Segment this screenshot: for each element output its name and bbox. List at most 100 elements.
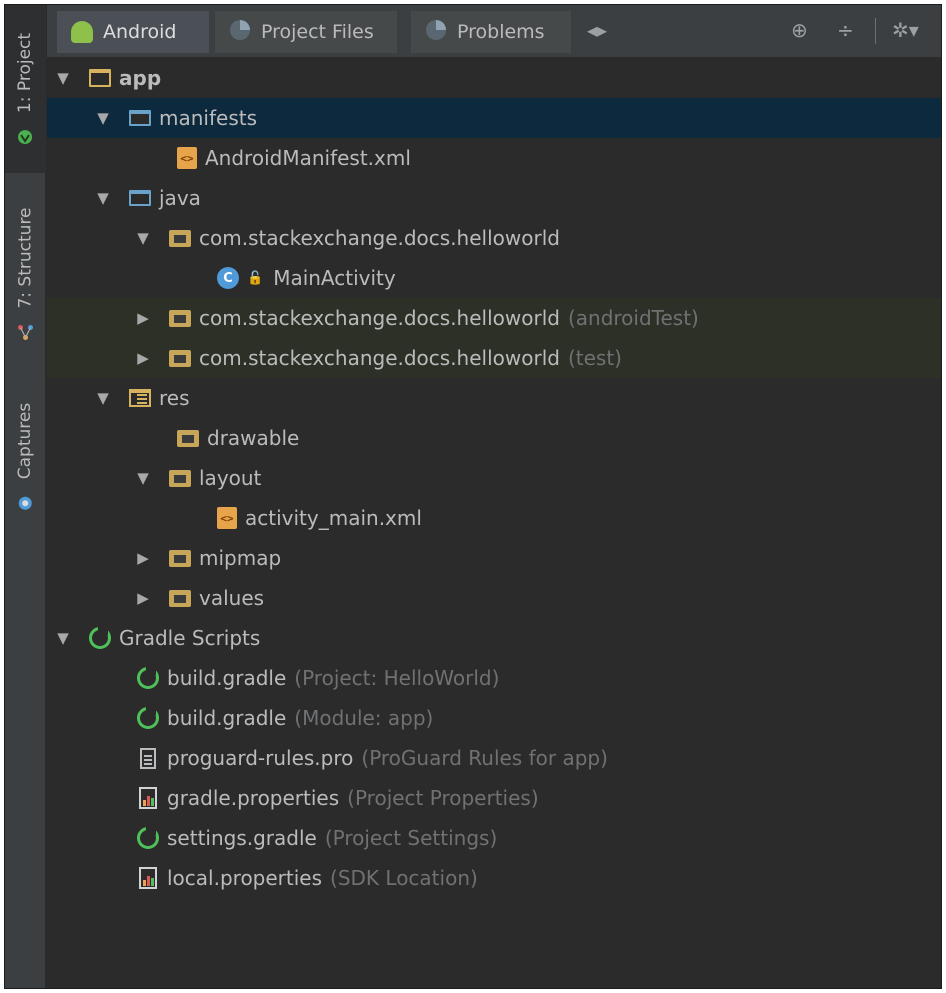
project-tool-window: 1: Project 7: Structure Captures Android… [4,4,942,989]
package-icon [169,469,191,487]
tree-node-settings-gradle[interactable]: settings.gradle (Project Settings) [47,818,941,858]
tree-node-mipmap[interactable]: ▶ mipmap [47,538,941,578]
package-icon [177,429,199,447]
tree-label: gradle.properties [167,786,340,810]
side-tab-project-label: 1: Project [15,32,36,114]
properties-file-icon [139,867,157,889]
view-tab-bar: Android Project Files Problems ◂▸ ⊕ ÷ ✲▾ [47,5,941,58]
collapsed-arrow-icon[interactable]: ▶ [135,309,151,327]
tree-note: (Project: HelloWorld) [294,666,500,690]
structure-icon [18,325,34,341]
expanded-arrow-icon[interactable]: ▼ [135,229,151,247]
expanded-arrow-icon[interactable]: ▼ [95,109,111,127]
xml-file-icon: <> [217,507,237,529]
tree-node-package-test[interactable]: ▶ com.stackexchange.docs.helloworld (tes… [47,338,941,378]
gradle-icon [137,667,159,689]
captures-icon [18,495,34,511]
expanded-arrow-icon[interactable]: ▼ [95,389,111,407]
package-icon [169,229,191,247]
android-project-icon [18,129,34,145]
properties-file-icon [139,787,157,809]
folder-icon [129,190,151,206]
package-icon [169,309,191,327]
tree-node-app[interactable]: ▼ app [47,58,941,98]
tab-problems[interactable]: Problems [411,11,571,53]
tree-label: Gradle Scripts [119,626,261,650]
tree-node-main-activity[interactable]: C 🔓 MainActivity [47,258,941,298]
tree-label: drawable [207,426,300,450]
tree-label: MainActivity [273,266,396,290]
tab-project-files[interactable]: Project Files [215,11,397,53]
tree-label: build.gradle [167,706,287,730]
tree-node-package-android-test[interactable]: ▶ com.stackexchange.docs.helloworld (and… [47,298,941,338]
tree-node-android-manifest[interactable]: <> AndroidManifest.xml [47,138,941,178]
project-tree: ▼ app ▼ manifests <> AndroidManifest.xml… [47,58,941,988]
tree-note: (SDK Location) [330,866,478,890]
expanded-arrow-icon[interactable]: ▼ [55,629,71,647]
tree-label: settings.gradle [167,826,317,850]
tree-label: build.gradle [167,666,287,690]
tree-label: activity_main.xml [245,506,422,530]
collapsed-arrow-icon[interactable]: ▶ [135,349,151,367]
problems-icon [425,19,447,46]
autoscroll-target-icon[interactable]: ⊕ [791,19,808,41]
tree-label: manifests [159,106,257,130]
tab-android[interactable]: Android [57,11,209,53]
tree-node-gradle-scripts[interactable]: ▼ Gradle Scripts [47,618,941,658]
side-tab-project[interactable]: 1: Project [5,5,46,173]
resources-folder-icon [129,389,151,407]
tree-label: local.properties [167,866,323,890]
tree-note: (androidTest) [567,306,699,330]
tree-label: com.stackexchange.docs.helloworld [199,226,560,250]
tree-node-manifests[interactable]: ▼ manifests [47,98,941,138]
tree-label: com.stackexchange.docs.helloworld [199,346,560,370]
tree-label: res [159,386,190,410]
package-icon [169,549,191,567]
collapse-all-icon[interactable]: ÷ [837,19,854,41]
tree-note: (Project Properties) [347,786,539,810]
tree-label: com.stackexchange.docs.helloworld [199,306,560,330]
expanded-arrow-icon[interactable]: ▼ [95,189,111,207]
expanded-arrow-icon[interactable]: ▼ [55,69,71,87]
xml-file-icon: <> [177,147,197,169]
tree-node-gradle-properties[interactable]: gradle.properties (Project Properties) [47,778,941,818]
tree-label: mipmap [199,546,282,570]
class-icon: C [217,267,239,289]
tree-note: (test) [567,346,622,370]
project-files-icon [229,19,251,46]
tab-project-files-label: Project Files [261,21,374,43]
tree-node-build-gradle-project[interactable]: build.gradle (Project: HelloWorld) [47,658,941,698]
side-tab-structure-label: 7: Structure [15,207,36,309]
tree-node-drawable[interactable]: drawable [47,418,941,458]
gradle-icon [137,707,159,729]
tree-node-activity-main[interactable]: <> activity_main.xml [47,498,941,538]
tree-node-res[interactable]: ▼ res [47,378,941,418]
side-tab-structure[interactable]: 7: Structure [5,189,46,359]
tool-window-strip: 1: Project 7: Structure Captures [5,5,46,988]
text-file-icon [140,747,156,769]
collapsed-arrow-icon[interactable]: ▶ [135,589,151,607]
side-tab-captures[interactable]: Captures [5,383,46,531]
folder-icon [129,110,151,126]
tree-label: java [159,186,201,210]
tree-node-build-gradle-module[interactable]: build.gradle (Module: app) [47,698,941,738]
collapsed-arrow-icon[interactable]: ▶ [135,549,151,567]
tab-android-label: Android [103,21,177,43]
scroll-tabs-icon[interactable]: ◂▸ [587,19,607,41]
toolbar-divider [875,18,876,44]
tree-note: (ProGuard Rules for app) [361,746,608,770]
tree-node-proguard[interactable]: proguard-rules.pro (ProGuard Rules for a… [47,738,941,778]
tree-label: proguard-rules.pro [167,746,354,770]
tab-problems-label: Problems [457,21,545,43]
package-icon [169,349,191,367]
tree-label: values [199,586,265,610]
expanded-arrow-icon[interactable]: ▼ [135,469,151,487]
settings-gear-icon[interactable]: ✲▾ [892,19,919,41]
tree-node-local-properties[interactable]: local.properties (SDK Location) [47,858,941,898]
tree-note: (Project Settings) [324,826,498,850]
tree-node-values[interactable]: ▶ values [47,578,941,618]
tree-node-package-main[interactable]: ▼ com.stackexchange.docs.helloworld [47,218,941,258]
tree-node-layout[interactable]: ▼ layout [47,458,941,498]
android-icon [71,21,93,43]
tree-node-java[interactable]: ▼ java [47,178,941,218]
